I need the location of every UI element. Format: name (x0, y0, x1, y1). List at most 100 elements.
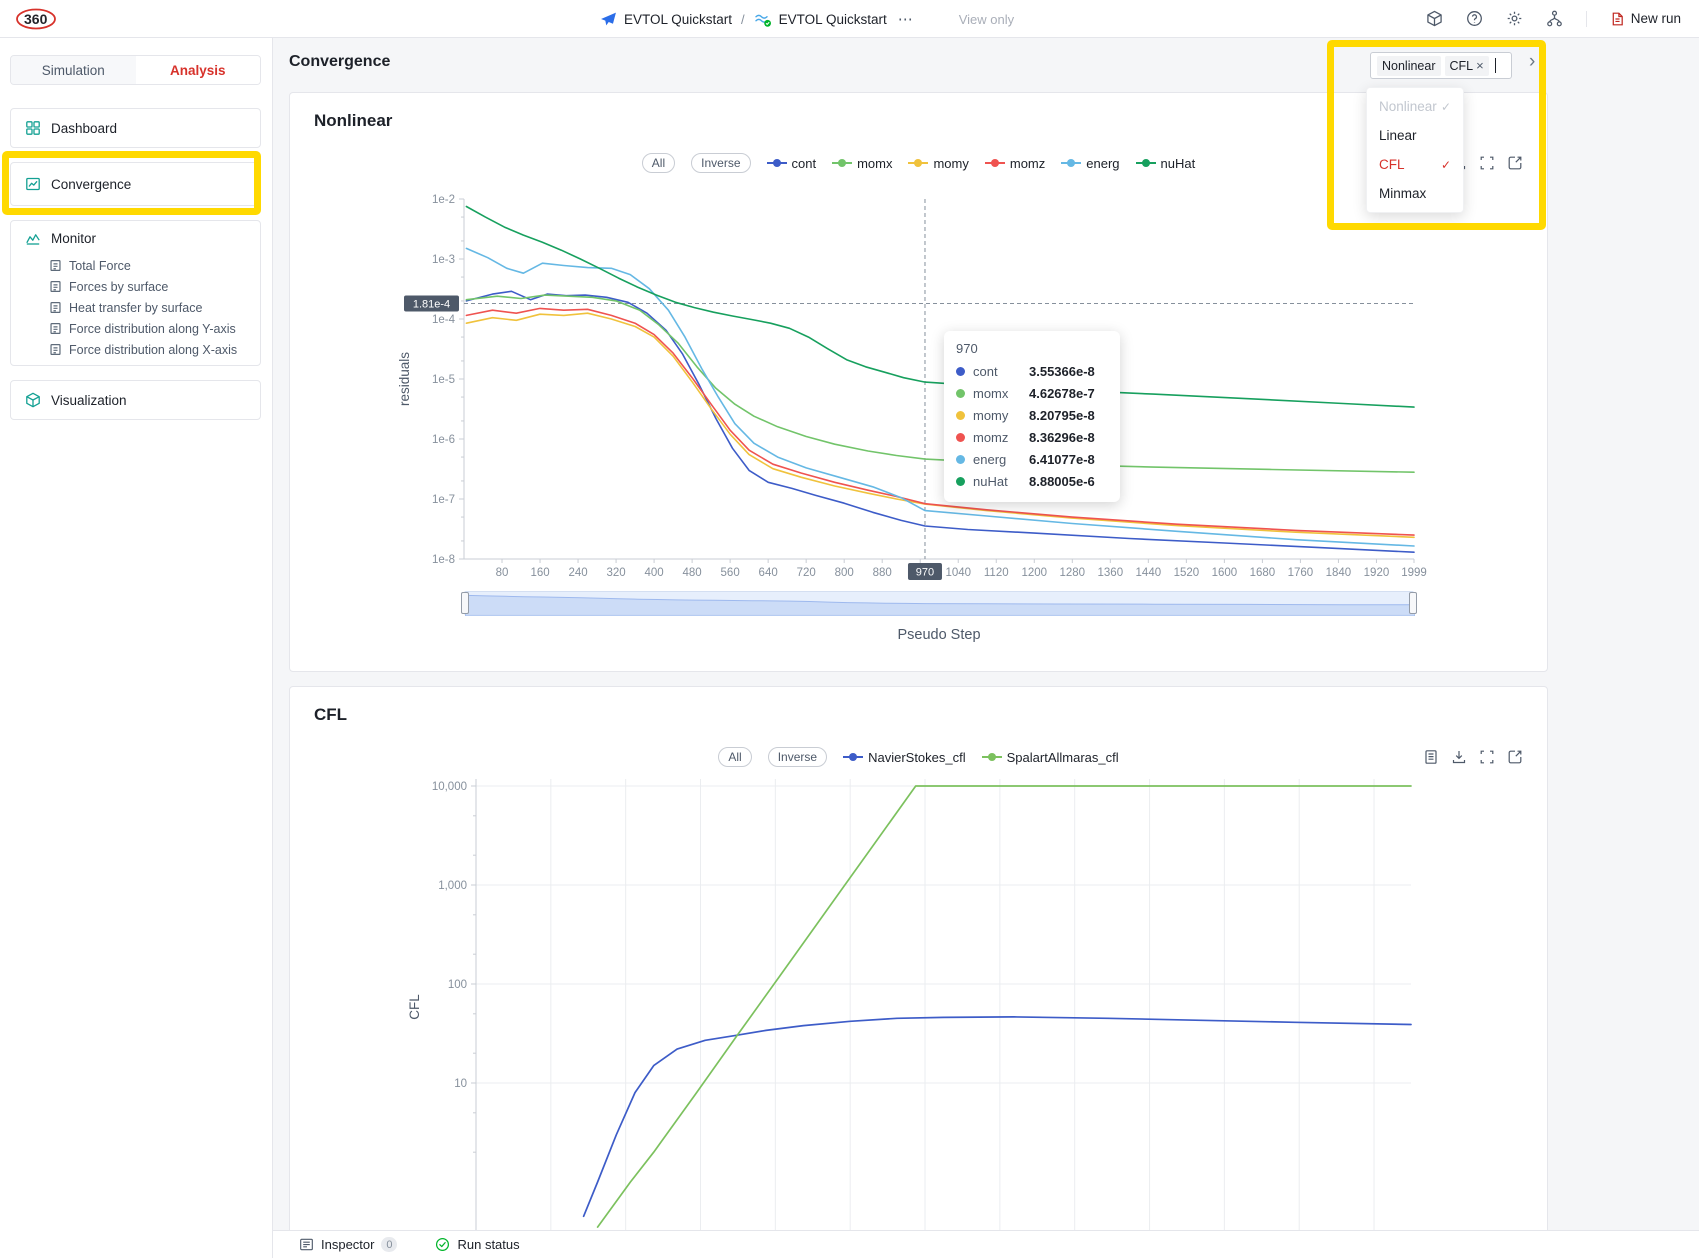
svg-text:1999: 1999 (1401, 567, 1427, 579)
plot-type-select[interactable]: Nonlinear CFL × (1370, 52, 1512, 79)
legend-all-button[interactable]: All (718, 747, 751, 767)
resources-cube-icon[interactable] (1426, 10, 1443, 27)
dropdown-option-minmax[interactable]: Minmax (1367, 179, 1463, 208)
svg-text:1840: 1840 (1326, 567, 1352, 579)
svg-text:1280: 1280 (1060, 567, 1086, 579)
new-run-button[interactable]: New run (1610, 11, 1681, 27)
new-run-file-icon (1610, 11, 1625, 27)
dropdown-option-nonlinear[interactable]: Nonlinear ✓ (1367, 92, 1463, 121)
sidebar-item-label: Convergence (51, 177, 131, 192)
run-status-toggle[interactable]: Run status (435, 1237, 519, 1252)
sidebar-item-convergence[interactable]: Convergence (10, 162, 261, 206)
header-actions: New run (1426, 10, 1699, 27)
legend-marker (1061, 162, 1081, 164)
app-logo[interactable]: 360 (14, 6, 60, 32)
sidebar-item-total-force[interactable]: Total Force (11, 255, 260, 276)
legend-item-energ[interactable]: energ (1061, 156, 1119, 171)
nonlinear-chart-title: Nonlinear (314, 111, 392, 131)
tooltip-title: 970 (956, 341, 1108, 356)
legend-label: momz (1010, 156, 1045, 171)
chevron-right-icon[interactable]: › (1529, 51, 1535, 73)
sidebar-item-visualization[interactable]: Visualization (10, 380, 261, 420)
sidebar-subitem-label: Force distribution along X-axis (69, 343, 237, 357)
svg-text:1.81e-4: 1.81e-4 (413, 298, 450, 310)
sidebar-item-label: Dashboard (51, 121, 117, 136)
slider-handle-right[interactable] (1409, 592, 1417, 614)
help-icon[interactable] (1466, 10, 1483, 27)
chart-tooltip: 970 cont 3.55366e-8 momx 4.62678e-7 momy… (944, 331, 1120, 502)
data-table-icon[interactable] (1423, 749, 1439, 765)
legend-item-momz[interactable]: momz (985, 156, 1045, 171)
zoom-area-icon[interactable] (1479, 155, 1495, 171)
legend-label: cont (792, 156, 817, 171)
sidebar-item-forces-by-surface[interactable]: Forces by surface (11, 276, 260, 297)
restore-icon[interactable] (1507, 749, 1523, 765)
legend-inverse-button[interactable]: Inverse (768, 747, 827, 767)
sidebar-item-force-distribution-y[interactable]: Force distribution along Y-axis (11, 318, 260, 339)
page-title: Convergence (289, 53, 390, 71)
legend-item-nuhat[interactable]: nuHat (1136, 156, 1196, 171)
sidebar-item-monitor[interactable]: Monitor (11, 221, 260, 255)
legend-inverse-button[interactable]: Inverse (691, 153, 750, 173)
svg-text:100: 100 (448, 979, 467, 991)
legend-item-momy[interactable]: momy (908, 156, 968, 171)
svg-text:1440: 1440 (1136, 567, 1162, 579)
remove-tag-icon[interactable]: × (1476, 59, 1484, 72)
run-status-label: Run status (457, 1237, 519, 1252)
selected-tag-nonlinear[interactable]: Nonlinear (1377, 56, 1441, 76)
range-slider[interactable] (464, 591, 1414, 615)
inspector-toggle[interactable]: Inspector 0 (299, 1237, 397, 1252)
tooltip-series-value: 8.36296e-8 (1029, 430, 1095, 445)
sidebar-section-monitor: Monitor Total Force Forces by surface He… (10, 220, 261, 366)
settings-gear-icon[interactable] (1506, 10, 1523, 27)
cfl-chart-title: CFL (314, 705, 347, 725)
svg-text:560: 560 (721, 567, 740, 579)
svg-text:160: 160 (530, 567, 549, 579)
x-axis-title: Pseudo Step (464, 627, 1414, 643)
legend-marker (908, 162, 928, 164)
plot-type-dropdown: Nonlinear ✓ Linear CFL ✓ Minmax (1366, 87, 1464, 213)
app-root: 360 EVTOL Quickstart / EVTOL Quickstart … (0, 0, 1699, 1258)
tab-simulation[interactable]: Simulation (11, 56, 136, 84)
sidebar-item-heat-transfer[interactable]: Heat transfer by surface (11, 297, 260, 318)
legend-item-spalartallmaras[interactable]: SpalartAllmaras_cfl (982, 750, 1119, 765)
download-icon[interactable] (1451, 749, 1467, 765)
series-dot (956, 477, 965, 486)
dropdown-option-linear[interactable]: Linear (1367, 121, 1463, 150)
versions-branch-icon[interactable] (1546, 10, 1563, 27)
series-dot (956, 411, 965, 420)
legend-all-button[interactable]: All (642, 153, 675, 173)
tooltip-series-value: 6.41077e-8 (1029, 452, 1095, 467)
sidebar-subitem-label: Force distribution along Y-axis (69, 322, 236, 336)
legend-item-momx[interactable]: momx (832, 156, 892, 171)
report-icon (49, 259, 62, 272)
tooltip-series-name: nuHat (973, 474, 1021, 489)
sidebar-item-force-distribution-x[interactable]: Force distribution along X-axis (11, 339, 260, 360)
breadcrumb-run[interactable]: EVTOL Quickstart (779, 12, 887, 27)
nonlinear-plot[interactable]: 1e-21e-31e-41e-51e-61e-71e-8801602403204… (314, 189, 1525, 593)
tab-analysis[interactable]: Analysis (136, 56, 261, 84)
legend-label: energ (1086, 156, 1119, 171)
selected-tag-cfl[interactable]: CFL × (1445, 56, 1489, 76)
legend-item-navierstokes[interactable]: NavierStokes_cfl (843, 750, 966, 765)
svg-text:1e-3: 1e-3 (432, 254, 455, 266)
cfl-plot[interactable]: 10,0001,00010010CFL (314, 779, 1525, 1258)
tooltip-series-value: 3.55366e-8 (1029, 364, 1095, 379)
restore-icon[interactable] (1507, 155, 1523, 171)
sidebar-item-dashboard[interactable]: Dashboard (10, 108, 261, 148)
svg-text:1120: 1120 (984, 567, 1009, 579)
slider-handle-left[interactable] (461, 592, 469, 614)
tag-label: CFL (1450, 59, 1474, 73)
zoom-area-icon[interactable] (1479, 749, 1495, 765)
breadcrumb-more-button[interactable]: ⋯ (898, 10, 914, 28)
dropdown-option-label: Nonlinear (1379, 99, 1437, 114)
tooltip-series-name: energ (973, 452, 1021, 467)
status-bar: Inspector 0 Run status (273, 1230, 1699, 1258)
cfl-card: CFL All Inverse NavierStokes_cfl Spalart… (289, 686, 1548, 1258)
svg-text:970: 970 (916, 567, 934, 579)
run-waves-icon (754, 11, 772, 28)
breadcrumb-project[interactable]: EVTOL Quickstart (624, 12, 732, 27)
dropdown-option-cfl[interactable]: CFL ✓ (1367, 150, 1463, 179)
legend-label: momy (933, 156, 968, 171)
legend-item-cont[interactable]: cont (767, 156, 817, 171)
